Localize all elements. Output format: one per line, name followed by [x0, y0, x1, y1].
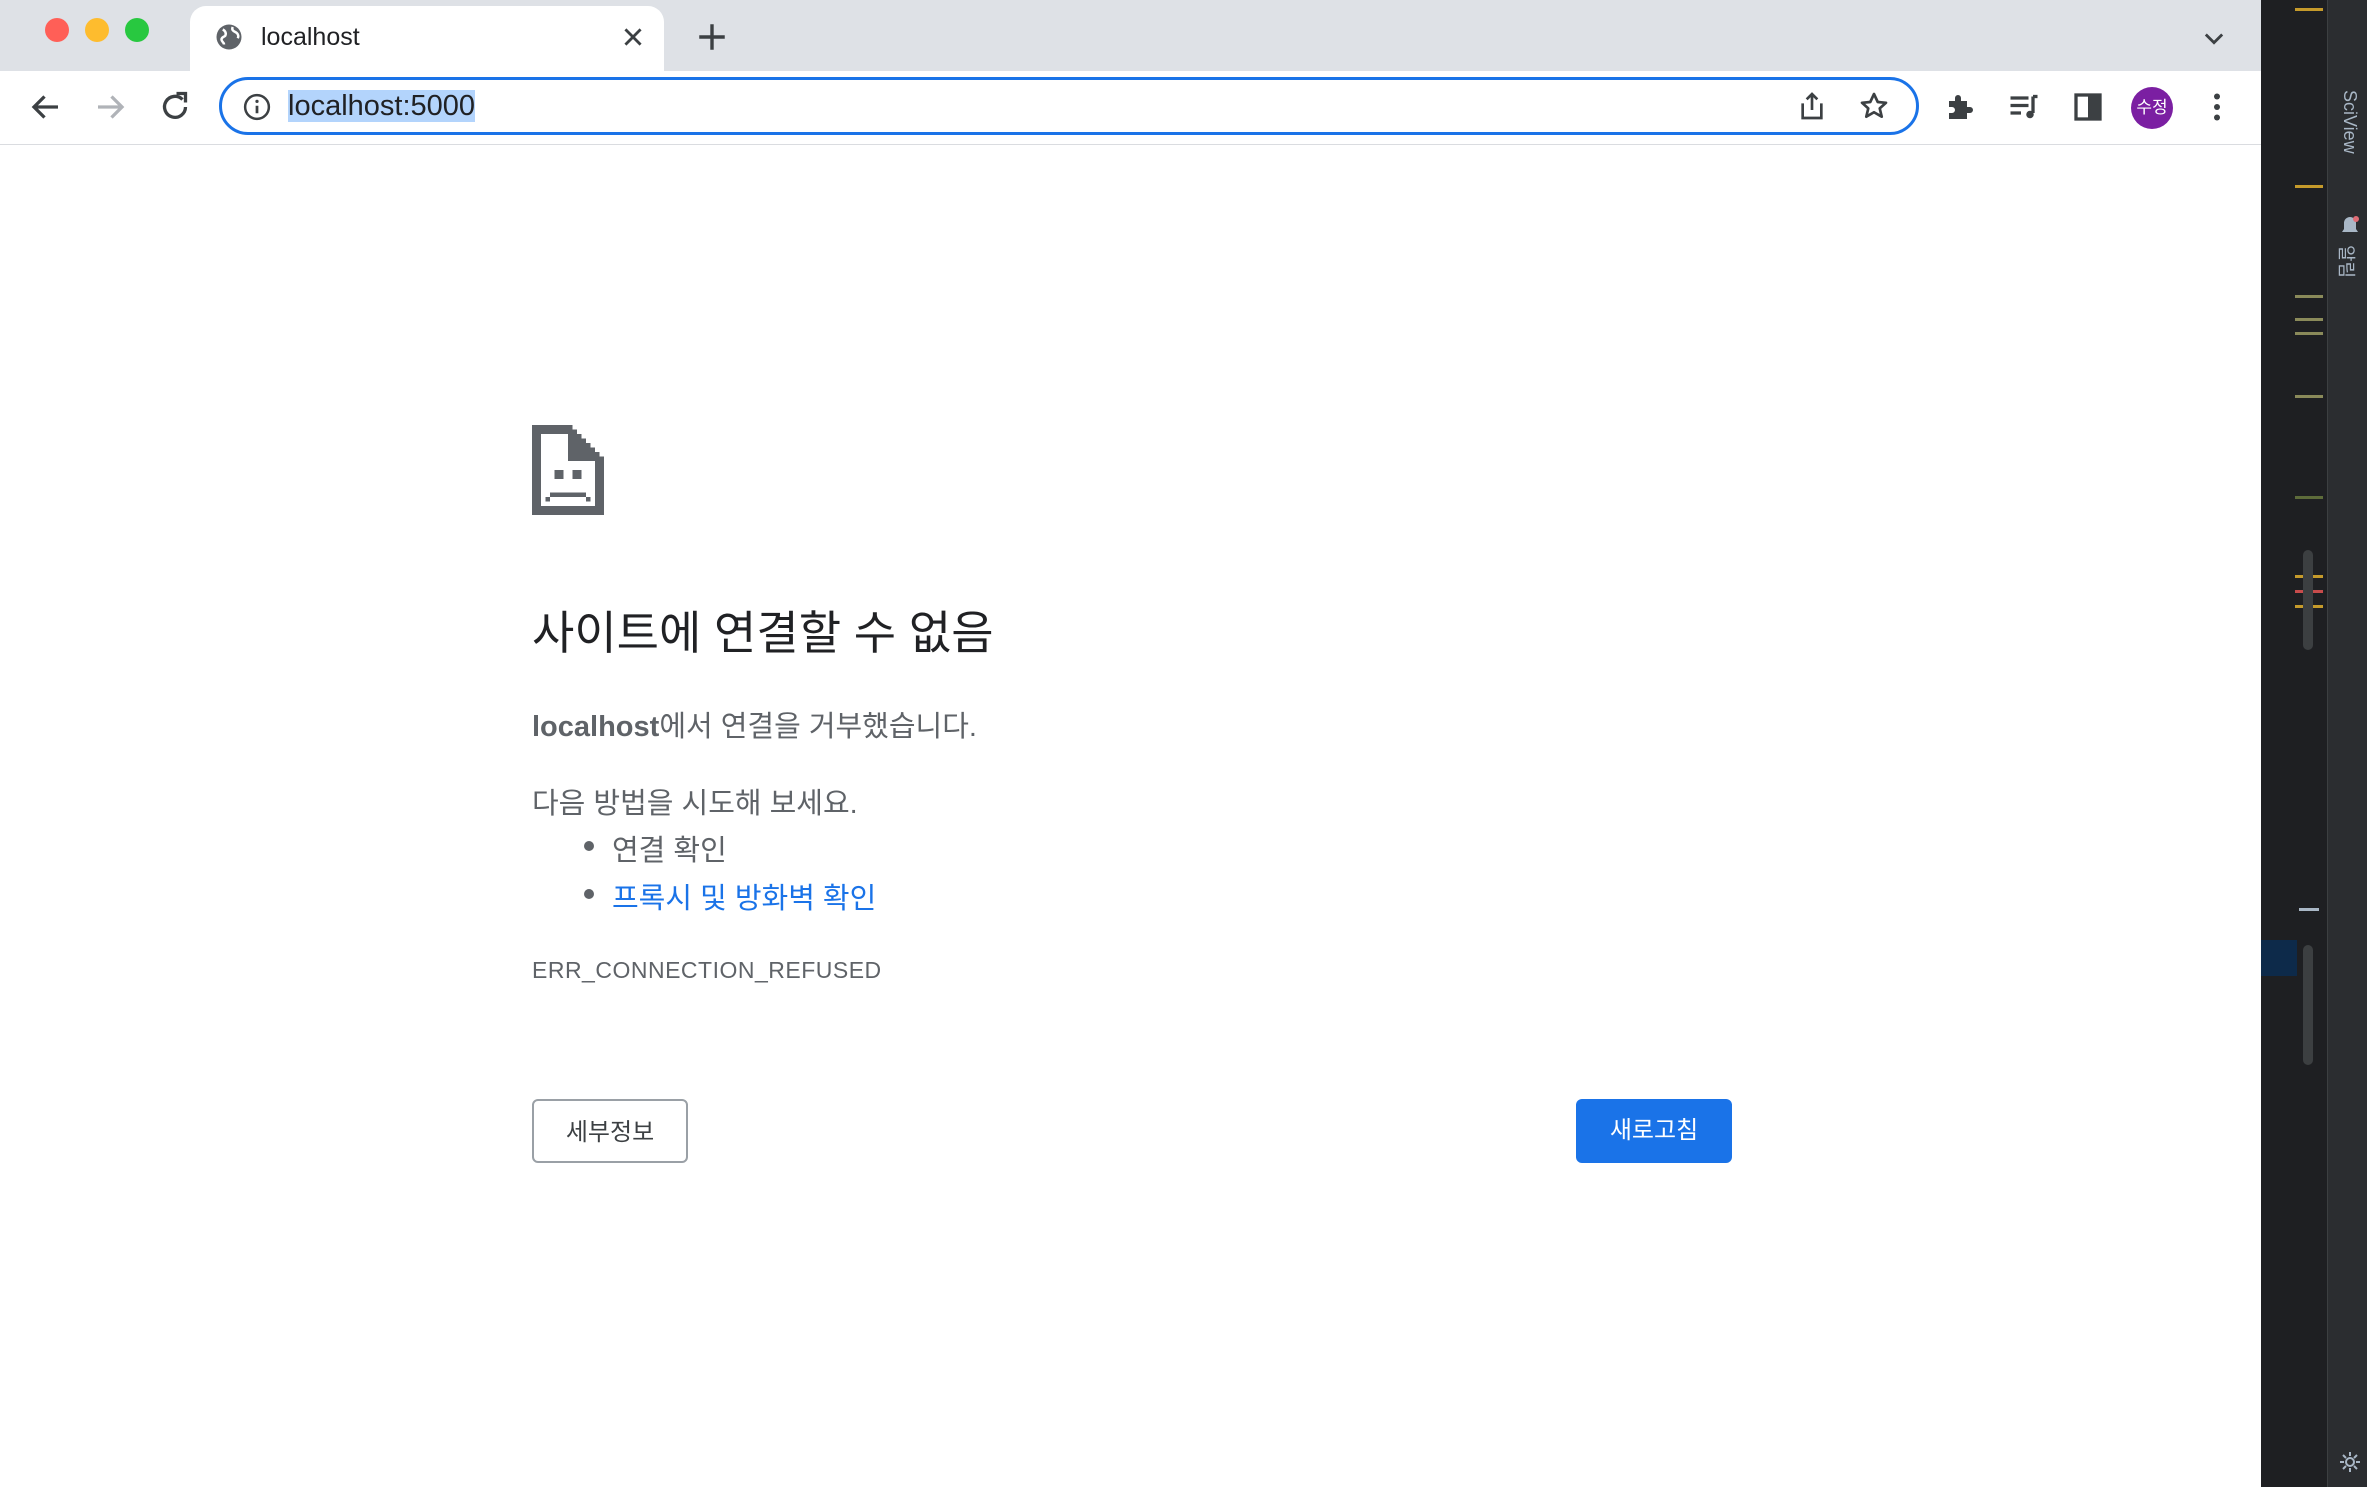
gutter-marker [2295, 295, 2323, 298]
page-content: 사이트에 연결할 수 없음 localhost에서 연결을 거부했습니다. 다음… [0, 145, 2261, 1487]
notifications-tab[interactable]: 알림 [2334, 245, 2360, 278]
tab-localhost[interactable]: localhost [190, 6, 664, 71]
address-bar[interactable]: localhost:5000 [219, 77, 1919, 135]
suggestion-check-connection: 연결 확인 [582, 827, 876, 875]
ide-editor-gutter [2261, 0, 2327, 1487]
scrollbar[interactable] [2303, 945, 2313, 1065]
close-window-button[interactable] [45, 18, 69, 42]
extensions-puzzle-icon[interactable] [1943, 89, 1979, 125]
info-icon[interactable] [242, 92, 272, 122]
reload-icon[interactable] [157, 89, 193, 125]
collapse-icon[interactable] [2299, 908, 2319, 911]
media-queue-icon[interactable] [2006, 89, 2042, 125]
tab-strip: localhost [0, 0, 2261, 71]
browser-window: localhost localhost:5000 수정 사이트에 연결할 수 없… [0, 0, 2261, 1487]
gutter-marker [2295, 185, 2323, 188]
maximize-window-button[interactable] [125, 18, 149, 42]
close-tab-icon[interactable] [620, 24, 646, 50]
suggestions-intro: 다음 방법을 시도해 보세요. [532, 788, 858, 820]
error-description: localhost에서 연결을 거부했습니다. [532, 703, 977, 745]
ide-side-panel: SciView 알림 [2261, 0, 2367, 1487]
details-button[interactable]: 세부정보 [532, 1099, 688, 1163]
globe-icon [216, 24, 242, 50]
error-title: 사이트에 연결할 수 없음 [532, 607, 994, 659]
side-panel-icon[interactable] [2070, 89, 2106, 125]
error-code: ERR_CONNECTION_REFUSED [532, 957, 882, 983]
more-menu-icon[interactable] [2199, 89, 2235, 125]
share-icon[interactable] [1796, 90, 1828, 122]
minimize-window-button[interactable] [85, 18, 109, 42]
gutter-marker [2295, 395, 2323, 398]
tab-title: localhost [261, 23, 360, 51]
error-description-text: 에서 연결을 거부했습니다. [659, 711, 977, 743]
selection-highlight [2261, 940, 2297, 976]
ide-tool-window-bar: SciView 알림 [2327, 0, 2367, 1487]
suggestion-check-proxy-firewall-link[interactable]: 프록시 및 방화벽 확인 [582, 875, 876, 923]
forward-arrow-icon[interactable] [92, 89, 128, 125]
reload-button[interactable]: 새로고침 [1576, 1099, 1732, 1163]
gutter-marker [2295, 496, 2323, 499]
url-text[interactable]: localhost:5000 [288, 89, 476, 123]
error-host: localhost [532, 711, 660, 743]
new-tab-icon[interactable] [695, 20, 729, 54]
toolbar: localhost:5000 수정 [0, 71, 2261, 145]
broken-document-icon [532, 425, 604, 515]
sciview-tab[interactable]: SciView [2339, 90, 2360, 154]
bookmark-star-icon[interactable] [1858, 90, 1890, 122]
chevron-down-icon[interactable] [2200, 24, 2228, 52]
gear-icon[interactable] [2338, 1450, 2362, 1474]
back-arrow-icon[interactable] [28, 89, 64, 125]
gutter-marker [2295, 8, 2323, 11]
gutter-marker [2295, 332, 2323, 335]
bell-icon[interactable] [2340, 215, 2360, 237]
profile-avatar[interactable]: 수정 [2131, 87, 2173, 129]
gutter-marker [2295, 318, 2323, 321]
scrollbar-thumb[interactable] [2303, 550, 2313, 650]
suggestions-list: 연결 확인 프록시 및 방화벽 확인 [582, 827, 876, 923]
